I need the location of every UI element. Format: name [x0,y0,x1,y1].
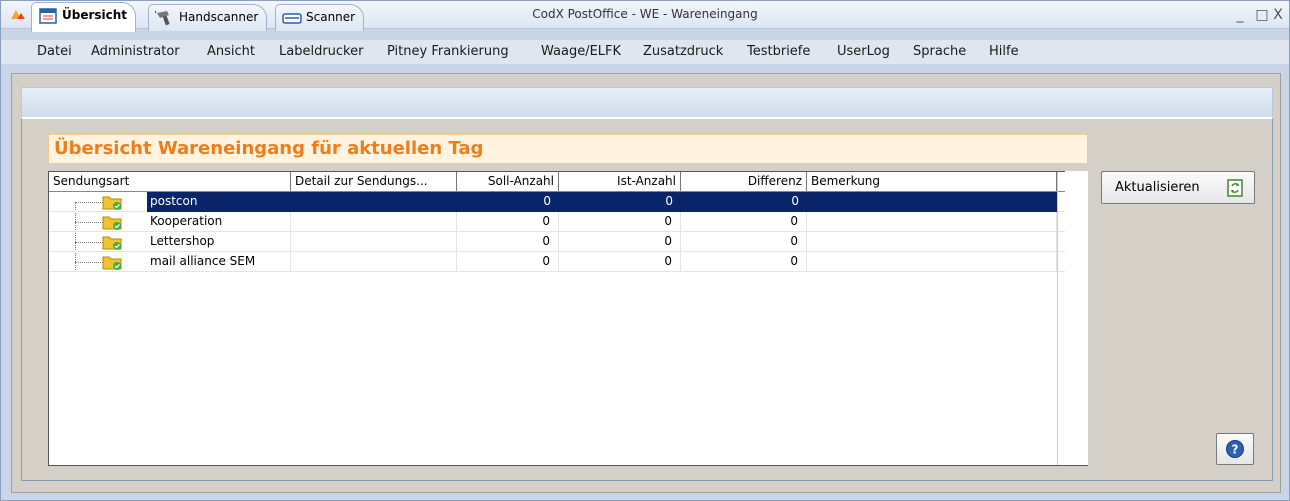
tree-line [75,202,103,203]
minimize-button[interactable]: _ [1229,5,1251,25]
app-window: CodX PostOffice - WE - Wareneingang _ □ … [0,0,1290,501]
menu-datei[interactable]: Datei [37,44,72,59]
cell-sendungsart: Lettershop [49,232,291,252]
menu-labeldrucker[interactable]: Labeldrucker [279,44,363,59]
menu-bar: Datei Administrator Ansicht Labeldrucker… [1,40,1289,64]
cell-sendungsart: mail alliance SEM [49,252,291,272]
tab-handscanner[interactable]: Handscanner [148,4,268,31]
menu-pitney-frankierung[interactable]: Pitney Frankierung [387,44,509,59]
tab-handscanner-label: Handscanner [179,10,259,24]
table-row[interactable]: postcon 0 0 0 [49,192,1087,212]
cell-detail [291,252,457,272]
menu-sprache[interactable]: Sprache [913,44,966,59]
shipment-grid[interactable]: Sendungsart Detail zur Sendungs... Soll-… [48,171,1088,466]
col-differenz[interactable]: Differenz [681,172,807,191]
cell-detail [291,212,457,232]
tree-line [75,262,103,263]
refresh-icon [1227,178,1243,197]
calendar-icon [39,8,57,24]
tab-scanner-label: Scanner [306,10,356,24]
cell-differenz: 0 [791,194,799,208]
cell-soll: 0 [457,252,559,272]
scanner-icon [282,13,302,24]
tree-line [75,222,103,223]
cell-differenz: 0 [681,252,807,272]
table-row[interactable]: mail alliance SEM 0 0 0 [49,252,1087,272]
cell-ist: 0 [559,212,681,232]
tab-strip [21,87,1273,117]
row-label: Kooperation [150,214,223,228]
menu-testbriefe[interactable]: Testbriefe [747,44,810,59]
cell-ist: 0 [559,232,681,252]
col-ist-anzahl[interactable]: Ist-Anzahl [559,172,681,191]
menu-hilfe[interactable]: Hilfe [989,44,1019,59]
close-button[interactable]: X [1267,5,1289,25]
col-detail[interactable]: Detail zur Sendungs... [291,172,457,191]
svg-text:?: ? [1232,443,1239,457]
folder-check-icon [102,216,122,230]
grid-header: Sendungsart Detail zur Sendungs... Soll-… [49,172,1087,192]
cell-soll: 0 [543,194,551,208]
cell-detail [291,232,457,252]
menu-waage-elfk[interactable]: Waage/ELFK [541,44,621,59]
row-label: mail alliance SEM [150,254,256,268]
row-label: postcon [147,194,201,211]
tab-scanner[interactable]: Scanner [275,4,365,31]
cell-bemerkung [807,232,1057,252]
section-title: Übersicht Wareneingang für aktuellen Tag [48,134,1088,164]
cell-sendungsart: Kooperation [49,212,291,232]
cell-soll: 0 [457,212,559,232]
cell-differenz: 0 [681,232,807,252]
menu-userlog[interactable]: UserLog [837,44,890,59]
tree-line [75,242,103,243]
folder-check-icon [102,236,122,250]
table-row[interactable]: Kooperation 0 0 0 [49,212,1087,232]
refresh-button-label: Aktualisieren [1115,180,1200,195]
col-bemerkung[interactable]: Bemerkung [807,172,1057,191]
tab-uebersicht-label: Übersicht [62,8,128,22]
menu-zusatzdruck[interactable]: Zusatzdruck [643,44,723,59]
col-sendungsart[interactable]: Sendungsart [49,172,291,191]
tab-uebersicht[interactable]: Übersicht [31,2,137,32]
folder-check-icon [102,256,122,270]
handscanner-icon [155,10,170,26]
menu-administrator[interactable]: Administrator [91,44,180,59]
menu-ansicht[interactable]: Ansicht [207,44,255,59]
cell-soll: 0 [457,232,559,252]
cell-bemerkung [807,212,1057,232]
help-icon: ? [1226,440,1244,458]
refresh-button[interactable]: Aktualisieren [1101,171,1255,204]
table-row[interactable]: Lettershop 0 0 0 [49,232,1087,252]
grid-margin [1065,171,1088,465]
cell-ist: 0 [665,194,673,208]
row-label: Lettershop [150,234,215,248]
col-soll-anzahl[interactable]: Soll-Anzahl [457,172,559,191]
cell-bemerkung [807,252,1057,272]
help-button[interactable]: ? [1216,433,1254,465]
cell-differenz: 0 [681,212,807,232]
folder-check-icon [102,196,122,210]
cell-ist: 0 [559,252,681,272]
